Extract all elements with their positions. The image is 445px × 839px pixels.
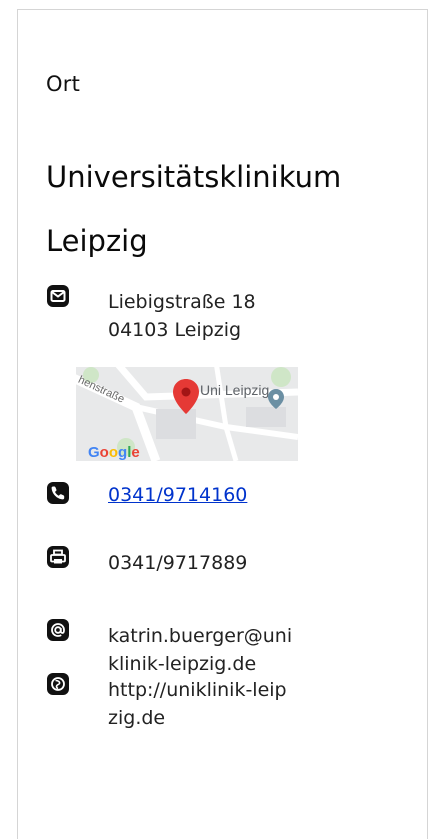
website-row: http://uniklinik-leip zig.de <box>46 672 287 732</box>
map-provider-logo: Google <box>88 444 140 461</box>
address-text: Liebigstraße 18 04103 Leipzig <box>108 288 256 344</box>
map-thumbnail[interactable]: henstraße Uni Leipzig Google <box>76 367 298 461</box>
email-line1: katrin.buerger@uni <box>108 625 293 647</box>
address-row: Liebigstraße 18 04103 Leipzig <box>46 284 256 344</box>
phone-icon <box>47 482 69 504</box>
institution-name-line2: Leipzig <box>46 224 148 258</box>
institution-name: Universitätsklinikum Leipzig <box>46 145 386 273</box>
globe-icon <box>47 673 69 695</box>
address-city: 04103 Leipzig <box>108 319 242 341</box>
institution-name-line1: Universitätsklinikum <box>46 160 342 194</box>
email-row: katrin.buerger@uni klinik-leipzig.de <box>46 618 292 678</box>
envelope-icon <box>47 285 69 307</box>
map-place-label: Uni Leipzig <box>200 382 269 398</box>
section-label: Ort <box>46 72 80 96</box>
fax-printer-icon <box>47 546 69 568</box>
email-text: katrin.buerger@uni klinik-leipzig.de <box>108 622 292 678</box>
website-text: http://uniklinik-leip zig.de <box>108 676 287 732</box>
phone-link[interactable]: 0341/9714160 <box>108 484 247 506</box>
at-sign-icon <box>47 619 69 641</box>
phone-text: 0341/9714160 <box>108 481 247 509</box>
address-street: Liebigstraße 18 <box>108 291 256 313</box>
phone-row: 0341/9714160 <box>46 481 247 509</box>
website-line2: zig.de <box>108 707 166 729</box>
fax-text: 0341/9717889 <box>108 552 248 574</box>
website-line1: http://uniklinik-leip <box>108 679 287 701</box>
fax-row: 0341/9717889 <box>46 545 247 577</box>
